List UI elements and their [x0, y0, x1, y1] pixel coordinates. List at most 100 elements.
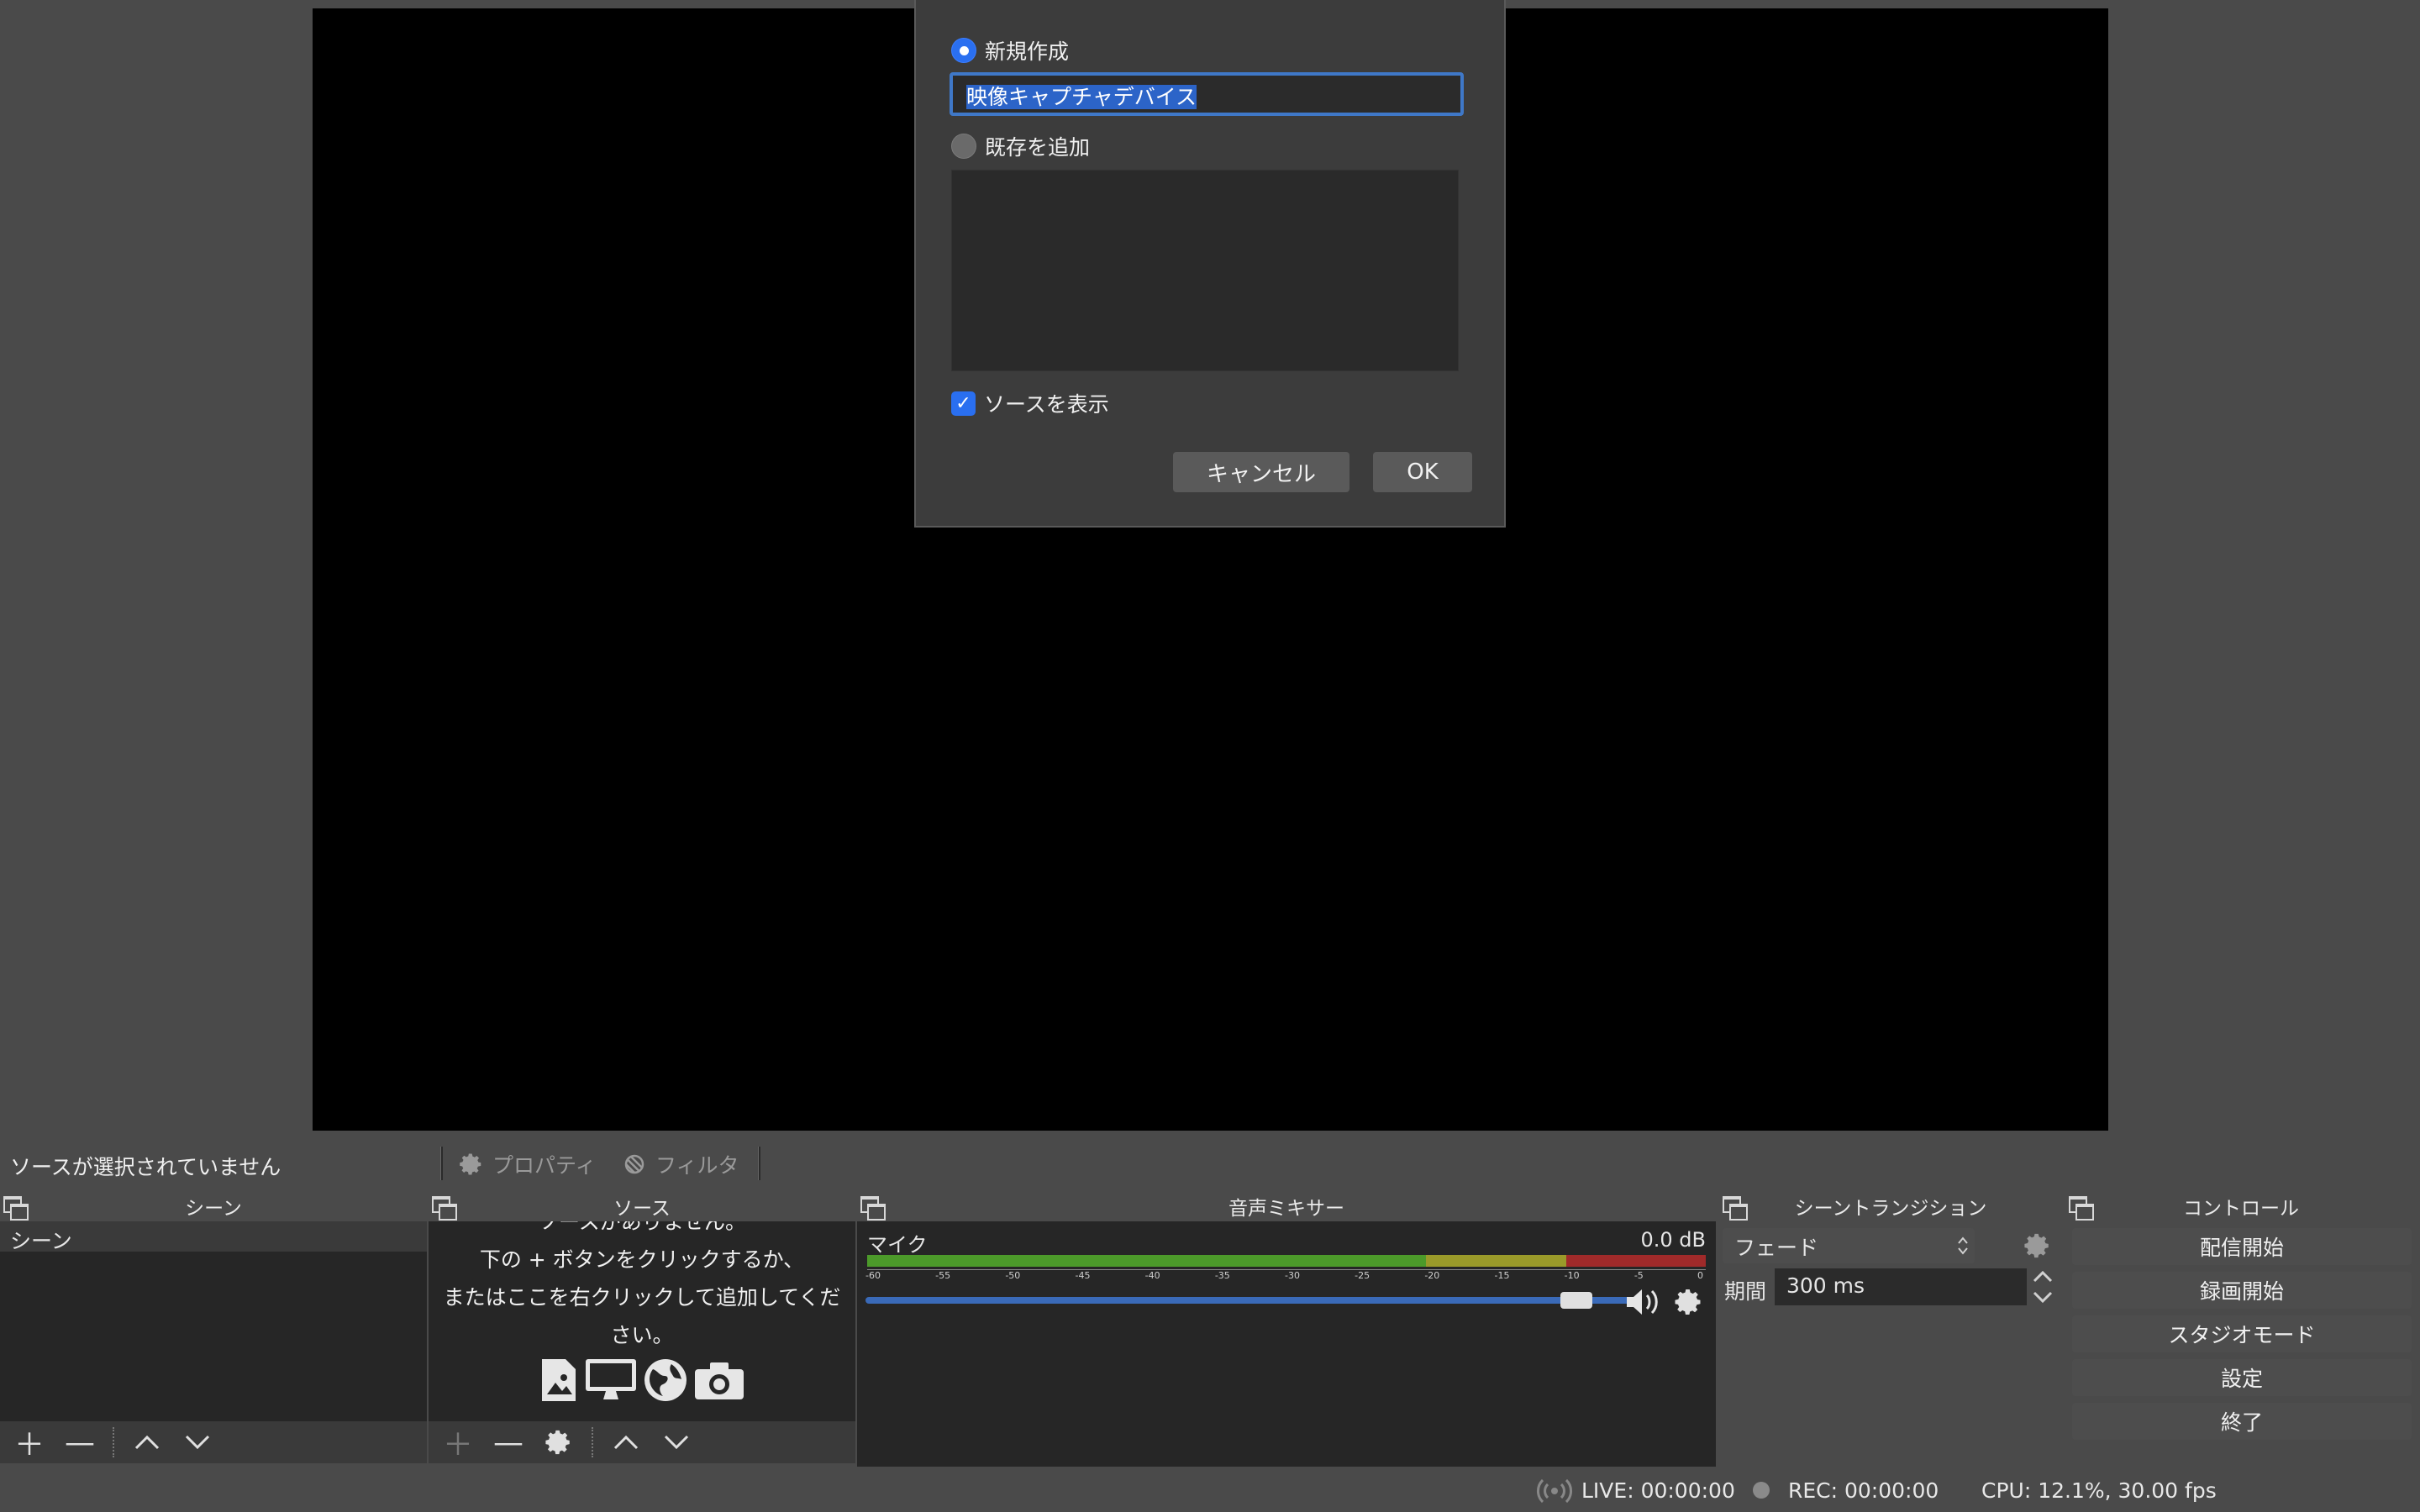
empty-hint-line: 下の + ボタンをクリックするか、: [479, 1247, 805, 1272]
move-up-button[interactable]: [603, 1424, 649, 1461]
remove-source-button[interactable]: —: [486, 1424, 531, 1461]
cpu-fps: CPU: 12.1%, 30.00 fps: [1981, 1478, 2217, 1503]
move-down-button[interactable]: [175, 1424, 220, 1461]
source-properties-button[interactable]: [536, 1424, 581, 1461]
filters-button[interactable]: フィルタ: [622, 1149, 739, 1179]
chevron-up-icon: [134, 1435, 160, 1450]
existing-sources-list[interactable]: [951, 170, 1459, 371]
chevron-up-icon: [613, 1435, 639, 1450]
camera-icon: [695, 1362, 744, 1399]
transition-select-value: フェード: [1734, 1236, 1819, 1260]
meter-ticks: -60 -55 -50 -45 -40 -35 -30 -25 -20 -15 -10 -5 0: [865, 1270, 1706, 1284]
meter-yellow: [1426, 1255, 1566, 1267]
audio-mixer-dock: 音声ミキサー マイク 0.0 dB -60 -55 -50 -45 -40 -35 -30-…: [857, 1191, 1716, 1467]
properties-button[interactable]: プロパティ: [459, 1149, 597, 1179]
cancel-button[interactable]: キャンセル: [1173, 452, 1349, 492]
channel-level: 0.0 dB: [1640, 1228, 1707, 1252]
updown-chevron-icon: [1958, 1236, 1968, 1255]
undock-icon[interactable]: [432, 1196, 457, 1221]
ok-button[interactable]: OK: [1373, 452, 1472, 492]
meter-tick-label: 0: [1697, 1270, 1703, 1281]
record-indicator-icon: [1753, 1482, 1770, 1499]
show-source-label: ソースを表示: [984, 392, 1109, 417]
volume-slider-track[interactable]: [865, 1297, 1630, 1304]
controls-dock: コントロール 配信開始 録画開始 スタジオモード 設定 終了: [2065, 1191, 2417, 1467]
chevron-down-icon: [185, 1435, 210, 1450]
move-up-button[interactable]: [124, 1424, 170, 1461]
meter-tick-label: -60: [865, 1270, 881, 1281]
source-type-icons: [429, 1357, 855, 1403]
settings-button[interactable]: 設定: [2072, 1359, 2412, 1396]
radio-selected-icon[interactable]: [951, 38, 976, 63]
scenes-dock: シーン シーン ＋ —: [0, 1191, 427, 1467]
undock-icon[interactable]: [1723, 1196, 1748, 1221]
exit-button[interactable]: 終了: [2072, 1403, 2412, 1440]
duration-stepper[interactable]: [2030, 1268, 2055, 1305]
radio-create-new[interactable]: 新規作成: [951, 35, 1069, 66]
channel-name: マイク: [867, 1233, 928, 1257]
start-streaming-button[interactable]: 配信開始: [2072, 1228, 2412, 1265]
add-source-dialog: 新規作成 映像キャプチャデバイス 既存を追加 ✓ ソースを表示 キャンセル OK: [914, 0, 1506, 528]
move-down-button[interactable]: [654, 1424, 699, 1461]
source-name-value: 映像キャプチャデバイス: [966, 85, 1197, 109]
duration-label: 期間: [1724, 1279, 1767, 1304]
scenes-list[interactable]: シーン: [0, 1221, 427, 1448]
sources-list[interactable]: ソースがありません。 下の + ボタンをクリックするか、 またはここを右クリック…: [429, 1221, 855, 1421]
remove-scene-button[interactable]: —: [57, 1424, 103, 1461]
gear-icon: [545, 1430, 570, 1455]
show-source-checkbox[interactable]: ✓ ソースを表示: [951, 388, 1109, 418]
mixer-title: 音声ミキサー: [1228, 1198, 1344, 1220]
start-recording-button[interactable]: 録画開始: [2072, 1272, 2412, 1309]
gear-icon[interactable]: [2023, 1231, 2052, 1260]
status-bar: LIVE: 00:00:00 REC: 00:00:00 CPU: 12.1%,…: [0, 1470, 2420, 1512]
display-icon: [586, 1359, 636, 1399]
empty-hint-line: またはここを右クリックして追加してくだ: [443, 1285, 841, 1310]
context-bar: ソースが選択されていません プロパティ フィルタ: [0, 1141, 2420, 1186]
radio-add-existing-label: 既存を追加: [985, 135, 1091, 160]
gear-icon: [460, 1153, 481, 1175]
meter-tick-label: -25: [1355, 1270, 1370, 1281]
transition-select[interactable]: フェード: [1723, 1228, 1975, 1263]
studio-mode-button[interactable]: スタジオモード: [2072, 1315, 2412, 1352]
chevron-up-icon[interactable]: [2030, 1268, 2055, 1285]
empty-hint-line: ソースがありません。: [537, 1221, 746, 1234]
divider: [113, 1427, 114, 1457]
radio-add-existing[interactable]: 既存を追加: [951, 131, 1090, 161]
duration-input[interactable]: 300 ms: [1775, 1268, 2027, 1305]
chevron-down-icon[interactable]: [2030, 1289, 2055, 1305]
meter-tick-label: -15: [1494, 1270, 1510, 1281]
meter-red: [1565, 1255, 1706, 1267]
gear-icon[interactable]: [1674, 1287, 1704, 1317]
duration-value: 300 ms: [1786, 1273, 1865, 1298]
rec-timer: REC: 00:00:00: [1788, 1478, 1939, 1503]
sources-title: ソース: [613, 1198, 671, 1220]
globe-icon: [644, 1359, 687, 1401]
list-item[interactable]: シーン: [0, 1221, 427, 1253]
no-source-label: ソースが選択されていません: [10, 1155, 281, 1179]
source-name-input[interactable]: 映像キャプチャデバイス: [950, 72, 1464, 116]
meter-tick-label: -35: [1214, 1270, 1230, 1281]
sources-dock-title: ソース: [429, 1191, 855, 1221]
meter-tick-label: -45: [1075, 1270, 1091, 1281]
filter-icon: [624, 1154, 644, 1174]
undock-icon[interactable]: [860, 1196, 886, 1221]
scenes-dock-title: シーン: [0, 1191, 427, 1221]
scenes-title: シーン: [185, 1198, 242, 1220]
live-timer: LIVE: 00:00:00: [1581, 1478, 1735, 1503]
volume-slider-handle[interactable]: [1560, 1292, 1592, 1309]
speaker-icon[interactable]: [1625, 1287, 1665, 1317]
meter-tick-label: -20: [1424, 1270, 1440, 1281]
add-scene-button[interactable]: ＋: [7, 1424, 52, 1462]
checkmark-icon[interactable]: ✓: [951, 391, 976, 416]
undock-icon[interactable]: [3, 1196, 29, 1221]
mixer-dock-title: 音声ミキサー: [857, 1191, 1716, 1221]
meter-tick-label: -30: [1285, 1270, 1300, 1281]
meter-tick-label: -40: [1144, 1270, 1160, 1281]
meter-tick-label: -50: [1005, 1270, 1021, 1281]
radio-unselected-icon[interactable]: [951, 134, 976, 159]
sources-toolbar: ＋ —: [429, 1421, 855, 1463]
add-source-button[interactable]: ＋: [435, 1424, 481, 1462]
divider: [440, 1147, 443, 1180]
divider: [758, 1147, 760, 1180]
transitions-dock-title: シーントランジション: [1719, 1191, 2062, 1221]
